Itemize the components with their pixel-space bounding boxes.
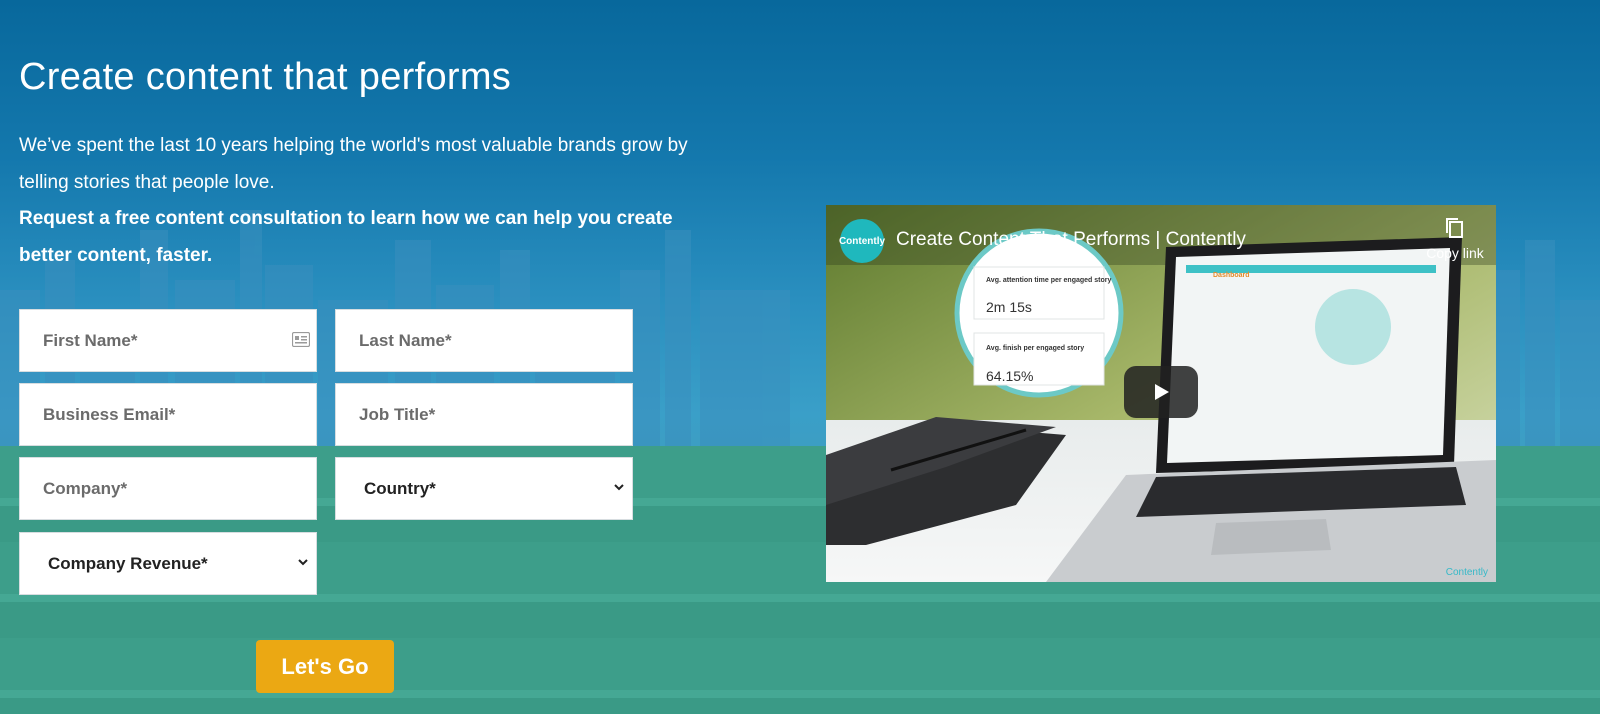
company-field[interactable] bbox=[19, 457, 317, 520]
copy-link-label: Copy link bbox=[1426, 245, 1484, 261]
contact-card-icon bbox=[292, 332, 310, 347]
intro-description: We’ve spent the last 10 years helping th… bbox=[19, 135, 688, 193]
channel-avatar[interactable]: Contently bbox=[839, 219, 885, 263]
last-name-field[interactable] bbox=[335, 309, 633, 372]
intro-call-to-action: Request a free content consultation to l… bbox=[19, 208, 673, 266]
metric-attention-label: Avg. attention time per engaged story bbox=[986, 277, 1111, 284]
metric-finish-label: Avg. finish per engaged story bbox=[986, 345, 1084, 352]
company-revenue-select-label: Company Revenue* bbox=[48, 553, 208, 573]
chevron-down-icon bbox=[298, 559, 308, 566]
play-button[interactable] bbox=[1124, 366, 1198, 418]
video-watermark: Contently bbox=[1445, 567, 1488, 578]
dashboard-screen-title: Dashboard bbox=[1213, 272, 1250, 279]
company-revenue-select[interactable]: Company Revenue* bbox=[19, 532, 317, 595]
country-select[interactable]: Country* bbox=[335, 457, 633, 520]
copy-link-button[interactable]: Copy link bbox=[1422, 217, 1488, 261]
lets-go-button[interactable]: Let's Go bbox=[256, 640, 394, 693]
business-email-field[interactable] bbox=[19, 383, 317, 446]
video-title[interactable]: Create Content That Performs | Contently bbox=[896, 229, 1246, 251]
page-title: Create content that performs bbox=[19, 56, 512, 98]
chevron-down-icon bbox=[614, 484, 624, 491]
metric-attention-value: 2m 15s bbox=[986, 299, 1032, 315]
first-name-field[interactable] bbox=[19, 309, 317, 372]
country-select-label: Country* bbox=[364, 478, 436, 498]
intro-text: We’ve spent the last 10 years helping th… bbox=[19, 128, 709, 274]
play-icon bbox=[1155, 384, 1169, 400]
metric-finish-value: 64.15% bbox=[986, 368, 1033, 384]
job-title-field[interactable] bbox=[335, 383, 633, 446]
video-player[interactable]: Dashboard Avg. attention time per engage… bbox=[826, 205, 1496, 582]
copy-icon bbox=[1446, 218, 1463, 238]
